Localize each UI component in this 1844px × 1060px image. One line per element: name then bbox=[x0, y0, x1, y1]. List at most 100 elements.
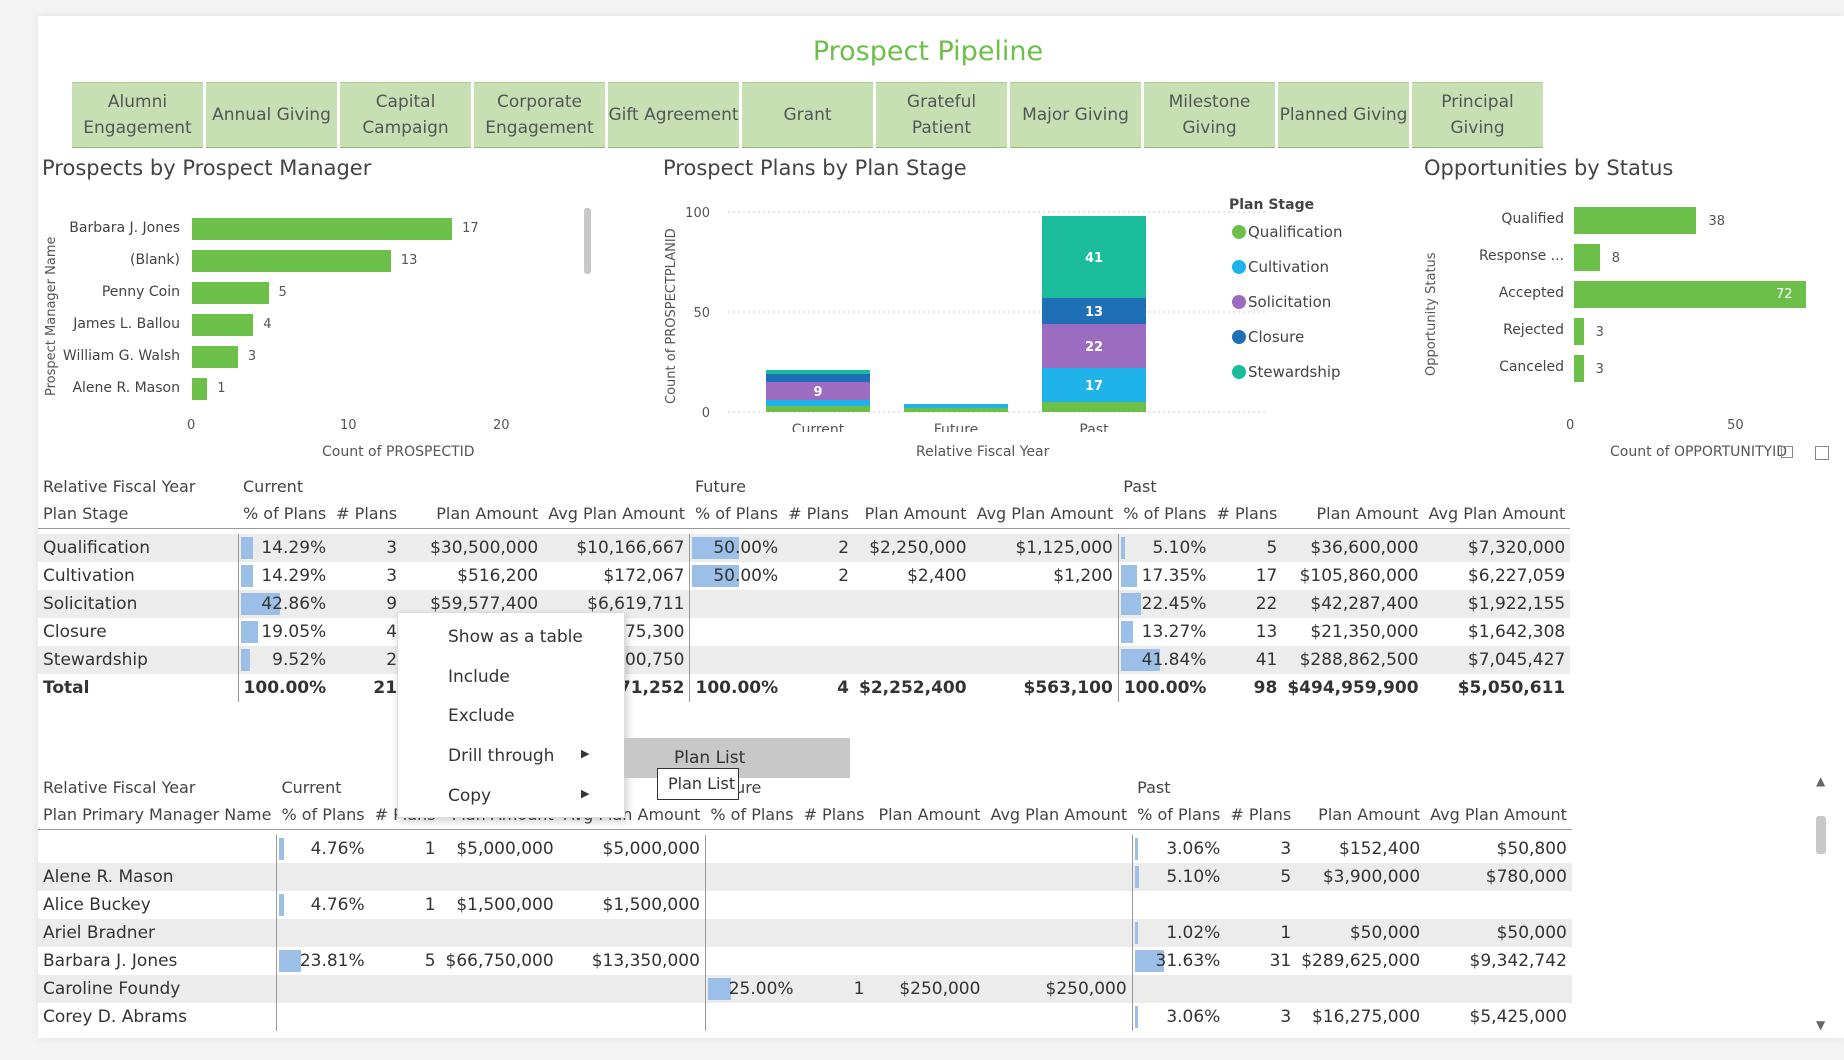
matrix-column-header[interactable]: # Plans bbox=[1225, 801, 1296, 829]
matrix-row-label: Closure bbox=[43, 622, 107, 642]
matrix-cell-value: 50.00% bbox=[713, 566, 779, 586]
table2-scrollbar[interactable] bbox=[1816, 816, 1826, 854]
chart2-bar-segment-qualification[interactable] bbox=[1042, 402, 1146, 412]
tile-grateful-patient[interactable]: Grateful Patient bbox=[876, 82, 1007, 148]
chart2-bar-segment-qualification[interactable] bbox=[904, 408, 1008, 412]
chart2-bar-segment-cultivation[interactable] bbox=[766, 400, 870, 406]
scroll-down-icon[interactable]: ▼ bbox=[1816, 1018, 1825, 1032]
matrix-plan-manager[interactable]: Relative Fiscal YearCurrentFuturePastPla… bbox=[38, 773, 1572, 1031]
table-row[interactable]: Qualification 14.29% 3 $30,500,000 $10,166,6… bbox=[38, 534, 1571, 562]
menu-exclude[interactable]: Exclude bbox=[448, 706, 515, 726]
chart2-svg[interactable]: 0 50 100 9 Current Future 17 22 13 41 Past bbox=[678, 192, 1278, 432]
table-row[interactable]: Cultivation 14.29% 3 $516,200 $172,067 50.00%… bbox=[38, 562, 1570, 590]
matrix-column-header[interactable]: # Plans bbox=[799, 801, 870, 829]
matrix-cell-value: 13 bbox=[1255, 622, 1278, 642]
chart2-legend-item[interactable]: Closure bbox=[1232, 328, 1304, 346]
matrix-cell: $21,350,000 bbox=[1282, 618, 1423, 646]
matrix-column-header[interactable]: # Plans bbox=[1211, 500, 1282, 528]
chart2-legend-item[interactable]: Solicitation bbox=[1232, 293, 1331, 311]
menu-include[interactable]: Include bbox=[448, 667, 510, 687]
matrix-cell bbox=[869, 891, 985, 919]
chart3-bar[interactable] bbox=[1574, 281, 1806, 308]
matrix-cell-value: $172,067 bbox=[603, 566, 685, 586]
table-row[interactable]: 4.76% 1 $5,000,000 $5,000,000 3.06% 3 $152,400… bbox=[38, 835, 1572, 863]
chart2-bar-segment-cultivation[interactable] bbox=[904, 404, 1008, 408]
table-row[interactable]: Caroline Foundy 25.00% 1 $250,000 $250,000 bbox=[38, 975, 1572, 1003]
filter-icon[interactable] bbox=[1781, 446, 1793, 458]
chart2-legend-item[interactable]: Qualification bbox=[1232, 223, 1342, 241]
pct-data-bar bbox=[1120, 621, 1133, 643]
tile-grant[interactable]: Grant bbox=[742, 82, 873, 148]
chart2-legend-item[interactable]: Stewardship bbox=[1232, 363, 1341, 381]
matrix-corner-label: Relative Fiscal Year bbox=[43, 777, 196, 797]
matrix-cell-value: 17 bbox=[1255, 566, 1278, 586]
table-row[interactable]: Solicitation 42.86% 9 $59,577,400 $6,619,711… bbox=[38, 590, 1571, 618]
matrix-column-header[interactable]: % of Plans bbox=[276, 801, 369, 829]
chart1-bar[interactable] bbox=[192, 378, 208, 400]
menu-copy[interactable]: Copy bbox=[448, 786, 491, 806]
tile-milestone-giving[interactable]: Milestone Giving bbox=[1144, 82, 1275, 148]
chart2-bar-segment-stewardship[interactable] bbox=[766, 370, 870, 374]
chart1-bar[interactable] bbox=[192, 314, 254, 336]
tile-alumni-engagement[interactable]: Alumni Engagement bbox=[72, 82, 203, 148]
matrix-row-header-label: Plan Stage bbox=[43, 504, 129, 524]
menu-show-as-table[interactable]: Show as a table bbox=[448, 627, 583, 647]
tile-capital-campaign[interactable]: Capital Campaign bbox=[340, 82, 471, 148]
matrix-column-header[interactable]: % of Plans bbox=[1132, 801, 1225, 829]
chart1-bar[interactable] bbox=[192, 346, 238, 368]
chart1-bar[interactable] bbox=[192, 282, 269, 304]
matrix-column-header[interactable]: Avg Plan Amount bbox=[1424, 500, 1571, 528]
matrix-column-header[interactable]: Avg Plan Amount bbox=[985, 801, 1132, 829]
matrix-cell bbox=[370, 1003, 441, 1031]
table-row[interactable]: Stewardship9.52%2$1,001,500$500,75041.84… bbox=[38, 646, 1571, 674]
matrix-column-header[interactable]: # Plans bbox=[331, 500, 402, 528]
chart3-bar[interactable] bbox=[1574, 244, 1600, 271]
matrix-column-header[interactable]: Plan Amount bbox=[854, 500, 972, 528]
chart2-bar-segment-qualification[interactable] bbox=[766, 406, 870, 412]
tile-gift-agreement[interactable]: Gift Agreement bbox=[608, 82, 739, 148]
matrix-cell bbox=[985, 947, 1132, 975]
matrix-column-header[interactable]: % of Plans bbox=[238, 500, 331, 528]
tile-principal-giving[interactable]: Principal Giving bbox=[1412, 82, 1543, 148]
tile-planned-giving[interactable]: Planned Giving bbox=[1278, 82, 1409, 148]
matrix-column-header[interactable]: Plan Amount bbox=[869, 801, 985, 829]
matrix-column-header[interactable]: % of Plans bbox=[1118, 500, 1211, 528]
focus-mode-icon[interactable] bbox=[1815, 446, 1829, 460]
chart2-legend-item[interactable]: Cultivation bbox=[1232, 258, 1329, 276]
chart3-bar[interactable] bbox=[1574, 318, 1584, 345]
table-row[interactable]: Closure19.05%4$27,501,200$6,875,30013.27… bbox=[38, 618, 1570, 646]
chart2-bar-segment-closure[interactable] bbox=[766, 374, 870, 382]
matrix-column-header[interactable]: # Plans bbox=[783, 500, 854, 528]
matrix-cell-value: $563,100 bbox=[1023, 678, 1113, 698]
scroll-up-icon[interactable]: ▲ bbox=[1816, 774, 1825, 788]
matrix-column-header[interactable]: Avg Plan Amount bbox=[972, 500, 1119, 528]
matrix-pct-cell bbox=[1131, 975, 1226, 1003]
matrix-column-header[interactable]: Avg Plan Amount bbox=[543, 500, 690, 528]
chart1-scrollbar[interactable] bbox=[584, 208, 591, 274]
chart3-bar[interactable] bbox=[1574, 355, 1584, 382]
table-row[interactable]: Ariel Bradner 1.02% 1 $50,000 $50,000 bbox=[38, 919, 1572, 947]
matrix-cell: $494,959,900 bbox=[1282, 674, 1423, 702]
chart1-bar[interactable] bbox=[192, 218, 453, 240]
table-row[interactable]: Alene R. Mason 5.10% 5 $3,900,000 $780,000 bbox=[38, 863, 1572, 891]
chart1-xtick: 20 bbox=[493, 418, 510, 433]
menu-drill-through[interactable]: Drill through bbox=[448, 746, 554, 766]
matrix-column-header[interactable]: Plan Amount bbox=[1282, 500, 1423, 528]
matrix-column-header[interactable]: % of Plans bbox=[690, 500, 783, 528]
tile-major-giving[interactable]: Major Giving bbox=[1010, 82, 1141, 148]
matrix-cell-value: $7,045,427 bbox=[1467, 650, 1566, 670]
matrix-plan-stage[interactable]: Relative Fiscal Year Current Future Past Pla… bbox=[38, 472, 1571, 702]
matrix-total-row[interactable]: Total100.00%21$119,096,300$5,671,252100.… bbox=[38, 674, 1570, 702]
table-row[interactable]: Corey D. Abrams 3.06% 3 $16,275,000 $5,425,0… bbox=[38, 1003, 1572, 1031]
chart3-bar[interactable] bbox=[1574, 207, 1697, 234]
matrix-column-header[interactable]: Plan Amount bbox=[1296, 801, 1425, 829]
matrix-cell bbox=[985, 863, 1133, 891]
matrix-column-header[interactable]: Plan Amount bbox=[402, 500, 543, 528]
matrix-column-header[interactable]: % of Plans bbox=[705, 801, 798, 829]
chart1-bar[interactable] bbox=[192, 250, 391, 272]
matrix-column-header[interactable]: Avg Plan Amount bbox=[1425, 801, 1572, 829]
table-row[interactable]: Barbara J. Jones 23.81% 5 $66,750,000 $13,35… bbox=[38, 947, 1572, 975]
tile-annual-giving[interactable]: Annual Giving bbox=[206, 82, 337, 148]
table-row[interactable]: Alice Buckey 4.76% 1 $1,500,000 $1,500,000 bbox=[38, 891, 1572, 919]
tile-corporate-engagement[interactable]: Corporate Engagement bbox=[474, 82, 605, 148]
